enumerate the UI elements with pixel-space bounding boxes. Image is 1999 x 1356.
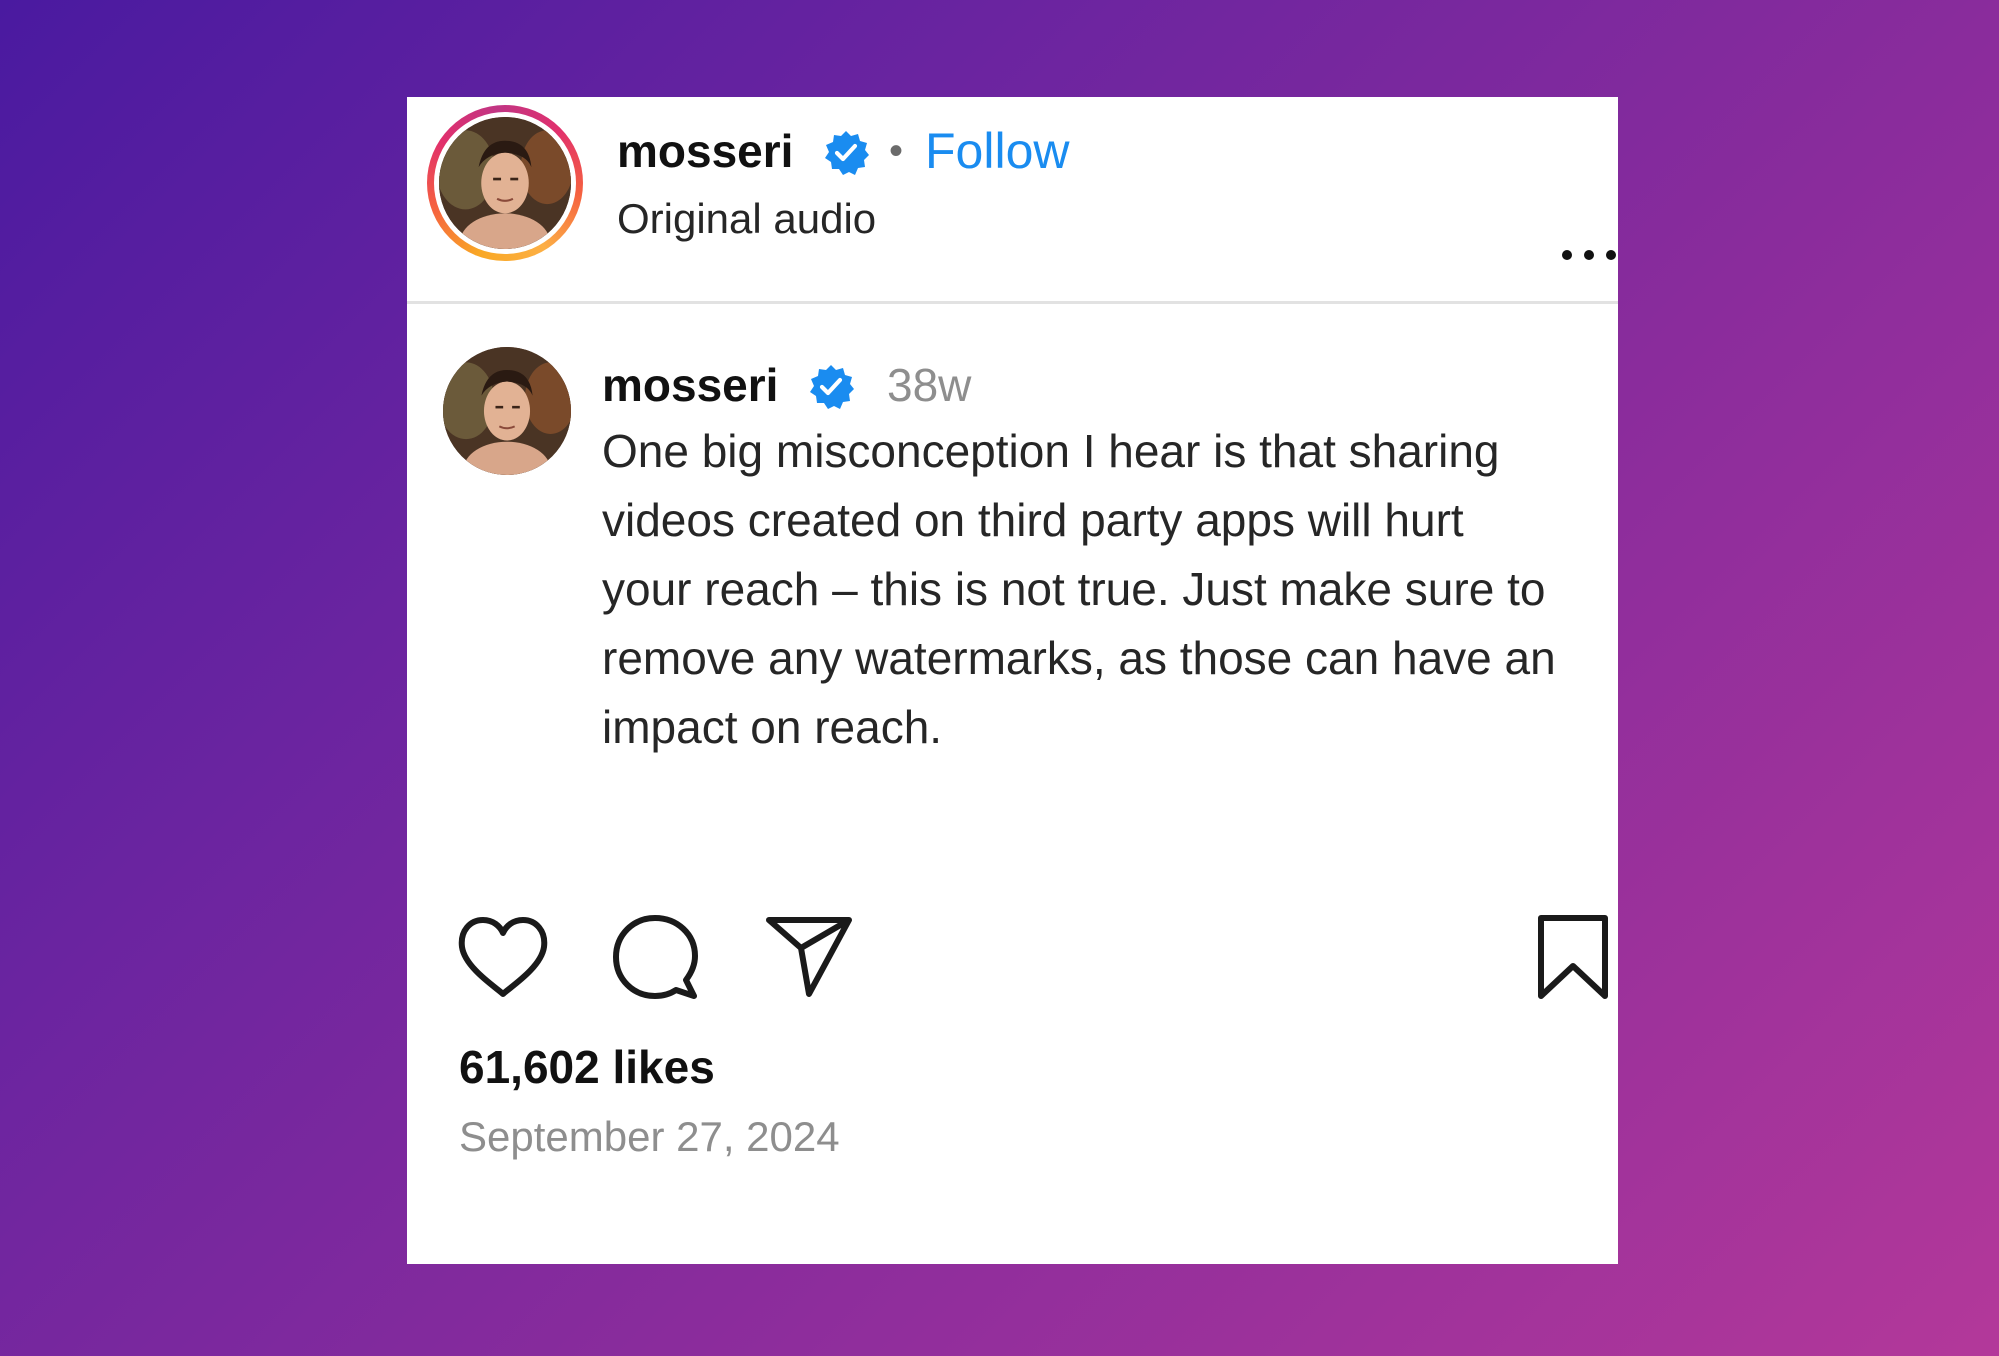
more-options-icon[interactable] <box>1552 247 1618 267</box>
separator-dot: • <box>889 129 904 173</box>
like-button[interactable] <box>457 914 549 1000</box>
caption-username[interactable]: mosseri <box>602 355 778 415</box>
header-username[interactable]: mosseri <box>617 121 793 181</box>
profile-avatar[interactable] <box>439 117 571 249</box>
follow-button[interactable]: Follow <box>925 121 1069 181</box>
comment-button[interactable] <box>612 914 698 1000</box>
caption-avatar[interactable] <box>443 347 571 475</box>
verified-badge-icon <box>810 365 854 409</box>
paper-plane-icon <box>766 917 852 997</box>
post-date[interactable]: September 27, 2024 <box>459 1109 840 1165</box>
heart-icon <box>458 917 548 997</box>
post-header: mosseri • Follow Original audio <box>407 97 1618 304</box>
comment-bubble-icon <box>613 915 698 999</box>
likes-count[interactable]: 61,602 likes <box>459 1037 715 1097</box>
verified-badge-icon <box>825 131 869 175</box>
post-time-ago[interactable]: 38w <box>887 355 971 415</box>
post-card: mosseri • Follow Original audio mosseri <box>407 97 1618 1264</box>
save-button[interactable] <box>1535 914 1611 1000</box>
caption-text: One big misconception I hear is that sha… <box>602 425 1556 753</box>
bookmark-icon <box>1538 915 1608 999</box>
share-button[interactable] <box>765 914 853 1000</box>
audio-label[interactable]: Original audio <box>617 191 876 247</box>
